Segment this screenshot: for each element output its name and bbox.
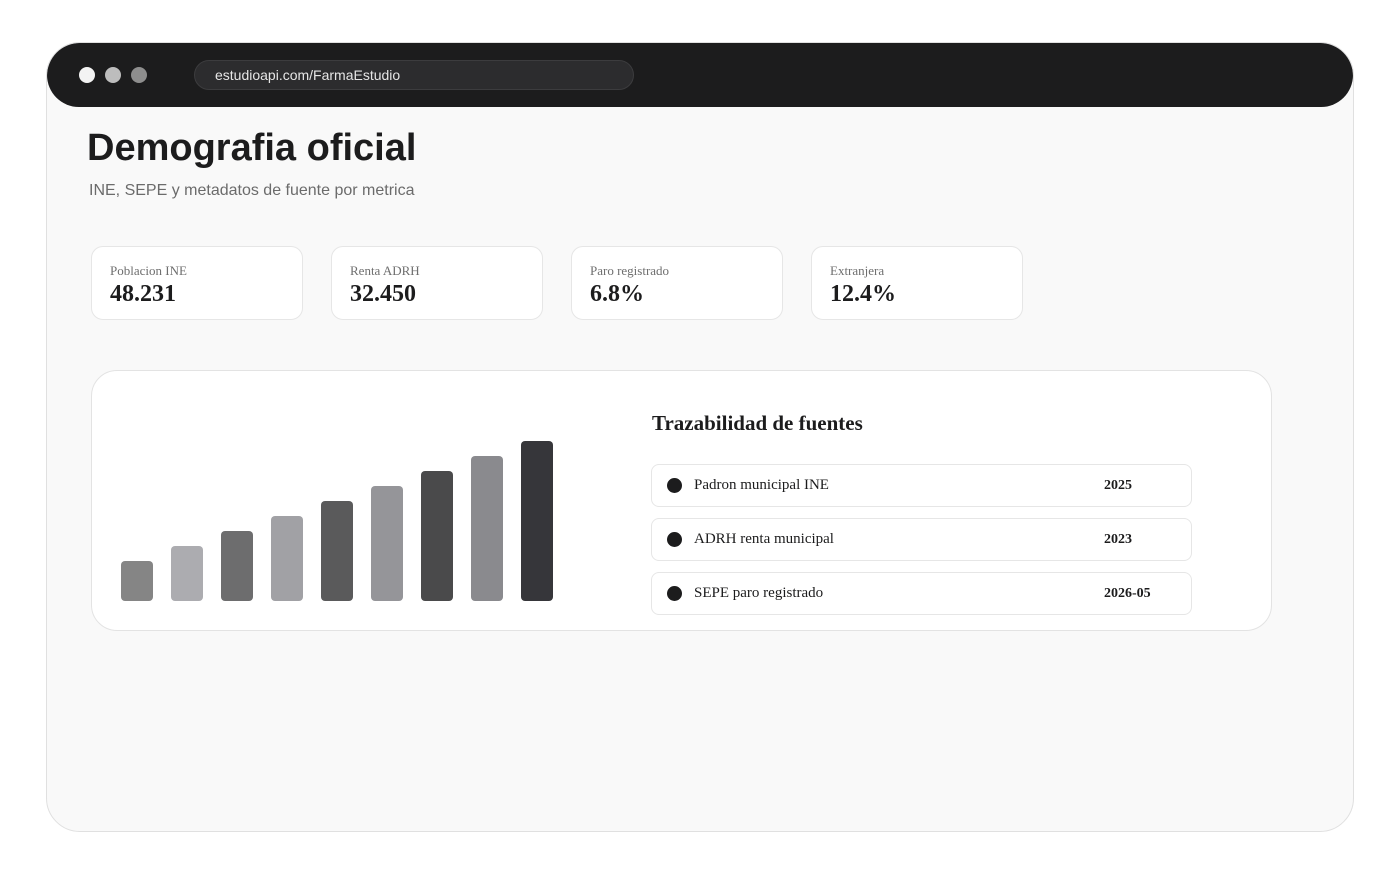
page-subtitle: INE, SEPE y metadatos de fuente por metr…	[89, 182, 415, 199]
source-year: 2025	[1104, 478, 1132, 493]
source-row-sepe[interactable]: SEPE paro registrado 2026-05	[651, 572, 1192, 615]
stat-card-paro: Paro registrado 6.8%	[571, 246, 783, 320]
stat-card-poblacion: Poblacion INE 48.231	[91, 246, 303, 320]
browser-window: estudioapi.com/FarmaEstudio Demografia o…	[46, 42, 1354, 832]
browser-titlebar: estudioapi.com/FarmaEstudio	[47, 43, 1353, 107]
stat-value: 6.8%	[590, 281, 644, 307]
source-row-padron[interactable]: Padron municipal INE 2025	[651, 464, 1192, 507]
address-bar[interactable]: estudioapi.com/FarmaEstudio	[194, 60, 634, 90]
stat-label: Extranjera	[830, 263, 885, 278]
close-window-dot[interactable]	[79, 67, 95, 83]
stat-value: 48.231	[110, 281, 176, 307]
bullet-dot-icon	[667, 532, 682, 547]
stat-label: Paro registrado	[590, 263, 670, 278]
sources-title: Trazabilidad de fuentes	[652, 411, 863, 435]
chart-bar	[221, 531, 253, 601]
page-title: Demografia oficial	[87, 127, 417, 169]
chart-sources-panel: Trazabilidad de fuentes Padron municipal…	[91, 370, 1272, 631]
source-year: 2023	[1104, 532, 1132, 547]
source-year: 2026-05	[1104, 586, 1151, 601]
chart-bar	[471, 456, 503, 601]
stat-card-extranjera: Extranjera 12.4%	[811, 246, 1023, 320]
stat-label: Poblacion INE	[110, 263, 187, 278]
bullet-dot-icon	[667, 478, 682, 493]
chart-bar	[271, 516, 303, 601]
chart-bar	[121, 561, 153, 601]
source-row-adrh[interactable]: ADRH renta municipal 2023	[651, 518, 1192, 561]
source-name: SEPE paro registrado	[694, 585, 824, 601]
stat-value: 32.450	[350, 281, 416, 307]
stat-label: Renta ADRH	[350, 263, 420, 278]
maximize-window-dot[interactable]	[131, 67, 147, 83]
stat-card-renta: Renta ADRH 32.450	[331, 246, 543, 320]
chart-bar	[321, 501, 353, 601]
source-name: ADRH renta municipal	[694, 531, 834, 547]
minimize-window-dot[interactable]	[105, 67, 121, 83]
stat-value: 12.4%	[830, 281, 896, 307]
bullet-dot-icon	[667, 586, 682, 601]
chart-bar	[521, 441, 553, 601]
chart-bar	[171, 546, 203, 601]
chart-bar	[421, 471, 453, 601]
chart-bar	[371, 486, 403, 601]
source-name: Padron municipal INE	[694, 477, 829, 493]
